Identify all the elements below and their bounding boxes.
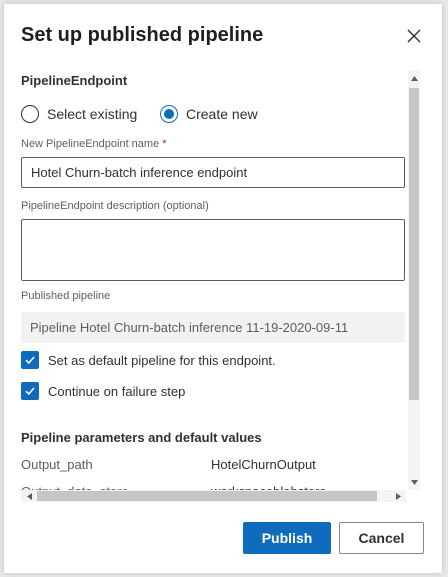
parameter-name: Output_path — [21, 457, 93, 472]
radio-label-create-new: Create new — [186, 106, 258, 122]
publish-pipeline-dialog: Set up published pipeline PipelineEndpoi… — [4, 4, 442, 573]
required-asterisk: * — [162, 138, 167, 150]
close-button[interactable] — [404, 26, 424, 46]
horizontal-scroll-thumb[interactable] — [37, 491, 377, 501]
radio-select-existing[interactable]: Select existing — [21, 105, 137, 123]
pipeline-parameters-heading: Pipeline parameters and default values — [21, 430, 262, 445]
scroll-right-arrow-icon[interactable] — [392, 490, 404, 502]
endpoint-name-label: New PipelineEndpoint name * — [21, 138, 167, 150]
endpoint-name-input[interactable] — [21, 157, 405, 188]
vertical-scroll-thumb[interactable] — [409, 88, 419, 400]
published-pipeline-field: Pipeline Hotel Churn-batch inference 11-… — [21, 312, 405, 343]
close-icon — [407, 29, 421, 43]
scroll-left-arrow-icon[interactable] — [23, 490, 35, 502]
endpoint-description-label: PipelineEndpoint description (optional) — [21, 200, 209, 212]
continue-on-failure-checkbox[interactable]: Continue on failure step — [21, 382, 185, 400]
dialog-title: Set up published pipeline — [21, 24, 264, 46]
pipeline-endpoint-heading: PipelineEndpoint — [21, 73, 128, 88]
default-pipeline-checkbox[interactable]: Set as default pipeline for this endpoin… — [21, 351, 276, 369]
radio-checked-icon — [160, 105, 178, 123]
continue-on-failure-checkbox-label: Continue on failure step — [48, 383, 186, 399]
cancel-button[interactable]: Cancel — [339, 522, 424, 554]
published-pipeline-label: Published pipeline — [21, 290, 111, 302]
checkmark-icon — [21, 351, 39, 369]
publish-button[interactable]: Publish — [243, 522, 331, 554]
endpoint-description-input[interactable] — [21, 219, 405, 281]
radio-unchecked-icon — [21, 105, 39, 123]
default-pipeline-checkbox-label: Set as default pipeline for this endpoin… — [48, 352, 276, 368]
parameter-value: HotelChurnOutput — [211, 457, 316, 472]
checkmark-icon — [21, 382, 39, 400]
radio-label-select-existing: Select existing — [47, 106, 138, 122]
radio-create-new[interactable]: Create new — [160, 105, 258, 123]
scroll-up-arrow-icon[interactable] — [408, 72, 420, 84]
scroll-down-arrow-icon[interactable] — [408, 476, 420, 488]
vertical-scrollbar[interactable] — [408, 70, 420, 490]
dialog-content-scroll[interactable]: PipelineEndpoint Select existing Create … — [4, 64, 408, 494]
horizontal-scrollbar[interactable] — [21, 490, 406, 502]
parameter-row: Output_path HotelChurnOutput — [21, 457, 401, 475]
